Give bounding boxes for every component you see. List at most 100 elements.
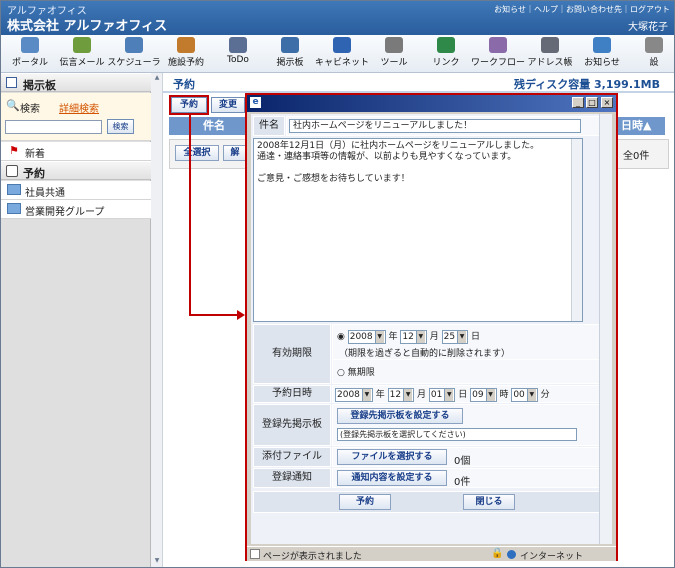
sidebar-item-group[interactable]: 営業開発グループ <box>1 200 151 219</box>
expiry-note: （期限を過ぎると自動的に削除されます） <box>339 349 511 359</box>
toolbar-item[interactable]: お知らせ <box>574 37 630 68</box>
divider <box>333 359 607 360</box>
reserve-date-label: 予約日時 <box>253 385 331 403</box>
subject-input[interactable]: 社内ホームページをリニューアルしました！ <box>289 119 581 133</box>
toolbar-label: ポータル <box>11 58 48 68</box>
unlimited-radio[interactable]: ○ <box>337 368 345 378</box>
maximize-icon[interactable]: □ <box>586 97 598 108</box>
dropdown-arrow-icon: ▼ <box>403 388 413 401</box>
main-toolbar: ポータル 伝言メール スケジューラ 施設予約 ToDo 掲示板 キャビネット ツール リンク ワー… <box>1 35 674 73</box>
toolbar-item[interactable]: 掲示板 <box>262 37 318 68</box>
search-panel: 🔍 検索 詳細検索 検索 <box>1 93 151 141</box>
sidebar-item-new[interactable]: ⚑ 新着 <box>1 142 151 161</box>
user-name: 大塚花子 <box>628 22 668 33</box>
set-board-button[interactable]: 登録先掲示板を設定する <box>337 408 463 424</box>
close-button[interactable]: 閉じる <box>463 494 515 510</box>
detail-search-link[interactable]: 詳細検索 <box>59 100 99 115</box>
toolbar-item[interactable]: 施設予約 <box>158 37 214 68</box>
toolbar-item[interactable]: 設 <box>626 37 674 68</box>
zone-text: インターネット <box>520 552 584 562</box>
search-button[interactable]: 検索 <box>107 119 134 134</box>
arrow-line <box>189 314 239 316</box>
toolbar-item[interactable]: スケジューラ <box>106 37 162 68</box>
body-line: 通達・連絡事項等の情報が、以前よりも見やすくなっています。 <box>257 152 517 162</box>
arrow-head-icon <box>237 310 245 320</box>
expiry-cell: ◉ 2008 ▼ 年 12 ▼ 月 25 ▼ 日 （期限を過ぎると自動的に削除されます… <box>332 324 608 384</box>
search-input[interactable] <box>5 120 102 134</box>
folder-icon <box>7 184 21 195</box>
highlight-box <box>169 95 209 115</box>
sidebar: 掲示板 🔍 検索 詳細検索 検索 ⚑ 新着 予約 社員共通 営業開発グループ <box>1 73 151 567</box>
dropdown-arrow-icon: ▼ <box>526 388 536 401</box>
board-display: (登録先掲示板を選択してください) <box>337 428 577 441</box>
expiry-month-select[interactable]: 12 ▼ <box>400 329 427 344</box>
attach-label: 添付ファイル <box>253 447 331 467</box>
address-book-icon <box>541 37 559 53</box>
scroll-down-icon[interactable]: ▼ <box>152 557 162 567</box>
dropdown-arrow-icon: ▼ <box>374 330 384 343</box>
workflow-icon <box>489 37 507 53</box>
toolbar-item[interactable]: ポータル <box>2 37 58 68</box>
cabinet-icon <box>333 37 351 53</box>
toolbar-label: お知らせ <box>584 58 620 68</box>
close-icon[interactable]: × <box>601 97 613 108</box>
toolbar-label: 設 <box>649 58 659 68</box>
change-tab-button[interactable]: 変更 <box>211 97 245 113</box>
sidebar-scrollbar[interactable]: ▲ ▼ <box>151 73 163 567</box>
notify-settings-button[interactable]: 通知内容を設定する <box>337 470 447 486</box>
toolbar-item[interactable]: ToDo <box>210 37 266 65</box>
toolbar-item[interactable]: 伝言メール <box>54 37 110 68</box>
dropdown-arrow-icon: ▼ <box>444 388 454 401</box>
reserve-submit-button[interactable]: 予約 <box>339 494 391 510</box>
body-textarea[interactable]: 2008年12月1日（月）に社内ホームページをリニューアルしました。 通達・連絡… <box>253 138 583 322</box>
settings-icon <box>645 37 663 53</box>
textarea-scrollbar[interactable] <box>571 139 582 321</box>
header-links[interactable]: お知らせ｜ヘルプ｜お問い合わせ先｜ログアウト <box>494 4 670 15</box>
subject-label: 件名 <box>253 116 285 136</box>
dropdown-arrow-icon: ▼ <box>415 330 425 343</box>
scroll-up-icon[interactable]: ▲ <box>152 74 162 84</box>
disk-space: 残ディスク容量 3,199.1MB <box>513 78 660 91</box>
notice-icon <box>593 37 611 53</box>
reserve-minute-select[interactable]: 00 ▼ <box>511 387 538 402</box>
board-icon <box>281 37 299 53</box>
toolbar-label: ワークフロー <box>470 58 525 68</box>
release-button[interactable]: 解 <box>223 145 247 161</box>
reserve-year-select[interactable]: 2008 ▼ <box>335 387 373 402</box>
reserve-popup-window: e _ □ × 件名 社内ホームページをリニューアルしました！ 2008年12月… <box>245 93 618 562</box>
sidebar-section-reserve[interactable]: 予約 <box>1 161 151 180</box>
toolbar-item[interactable]: キャビネット <box>314 37 370 68</box>
select-file-button[interactable]: ファイルを選択する <box>337 449 447 465</box>
select-all-button[interactable]: 全選択 <box>175 145 219 161</box>
reserve-hour-select[interactable]: 09 ▼ <box>470 387 497 402</box>
expiry-day-select[interactable]: 25 ▼ <box>441 329 469 344</box>
reserve-day-select[interactable]: 01 ▼ <box>428 387 456 402</box>
reserve-month-select[interactable]: 12 ▼ <box>387 387 415 402</box>
status-bar: ページが表示されました 🔒 インターネット <box>247 546 616 562</box>
app-header: アルファオフィス 株式会社 アルファオフィス お知らせ｜ヘルプ｜お問い合わせ先｜… <box>1 1 674 35</box>
portal-icon <box>21 37 39 53</box>
toolbar-label: ツール <box>380 58 408 68</box>
popup-scrollbar[interactable] <box>599 114 610 544</box>
lock-icon: 🔒 <box>491 548 504 559</box>
toolbar-item[interactable]: ワークフロー <box>470 37 526 68</box>
clock-icon <box>6 165 18 177</box>
status-text: ページが表示されました <box>263 552 362 562</box>
board-label: 登録先掲示板 <box>253 404 331 446</box>
item-count: 全0件 <box>623 151 650 162</box>
sidebar-item-group[interactable]: 社員共通 <box>1 181 151 200</box>
page-icon <box>250 549 260 559</box>
facility-icon <box>177 37 195 53</box>
toolbar-item[interactable]: アドレス帳 <box>522 37 578 68</box>
popup-titlebar[interactable]: e _ □ × <box>247 95 616 112</box>
toolbar-item[interactable]: ツール <box>366 37 422 68</box>
search-label: 検索 <box>20 104 40 115</box>
company-name: 株式会社 アルファオフィス <box>7 19 168 34</box>
folder-icon <box>7 203 21 214</box>
column-date[interactable]: 日時▲ <box>617 117 665 135</box>
minimize-icon[interactable]: _ <box>572 97 584 108</box>
expiry-year-select[interactable]: 2008 ▼ <box>347 329 386 344</box>
dropdown-arrow-icon: ▼ <box>361 388 371 401</box>
expiry-date-radio[interactable]: ◉ <box>337 332 345 342</box>
toolbar-item[interactable]: リンク <box>418 37 474 68</box>
